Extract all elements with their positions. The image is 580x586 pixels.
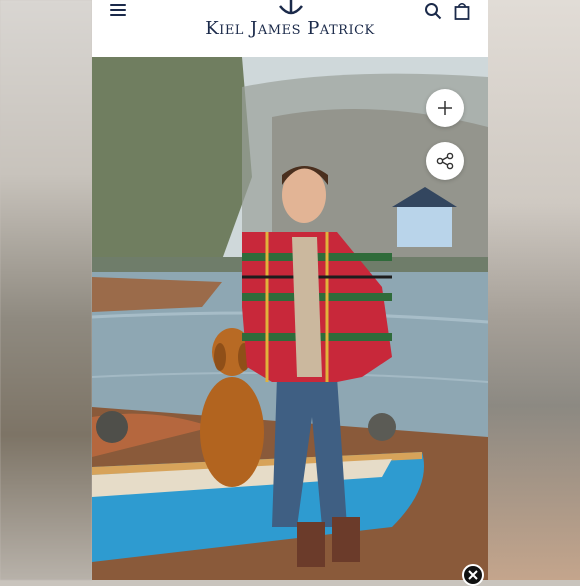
close-button[interactable] (462, 564, 484, 586)
blurred-background-left (0, 0, 92, 580)
brand-logo[interactable]: Kiel James Patrick (92, 18, 488, 39)
close-icon (468, 570, 478, 580)
share-icon (436, 152, 454, 170)
product-photo-illustration (92, 57, 488, 580)
plus-icon (438, 101, 452, 115)
top-navigation-bar: Kiel James Patrick (92, 0, 488, 58)
menu-icon[interactable] (110, 4, 126, 18)
blurred-background-right (488, 0, 580, 580)
shopping-bag-icon[interactable] (454, 2, 470, 20)
app-screen: Kiel James Patrick (92, 0, 488, 580)
anchor-icon[interactable] (275, 0, 307, 20)
product-photo[interactable] (92, 57, 488, 580)
search-icon[interactable] (424, 2, 442, 20)
zoom-button[interactable] (426, 89, 464, 127)
share-button[interactable] (426, 142, 464, 180)
